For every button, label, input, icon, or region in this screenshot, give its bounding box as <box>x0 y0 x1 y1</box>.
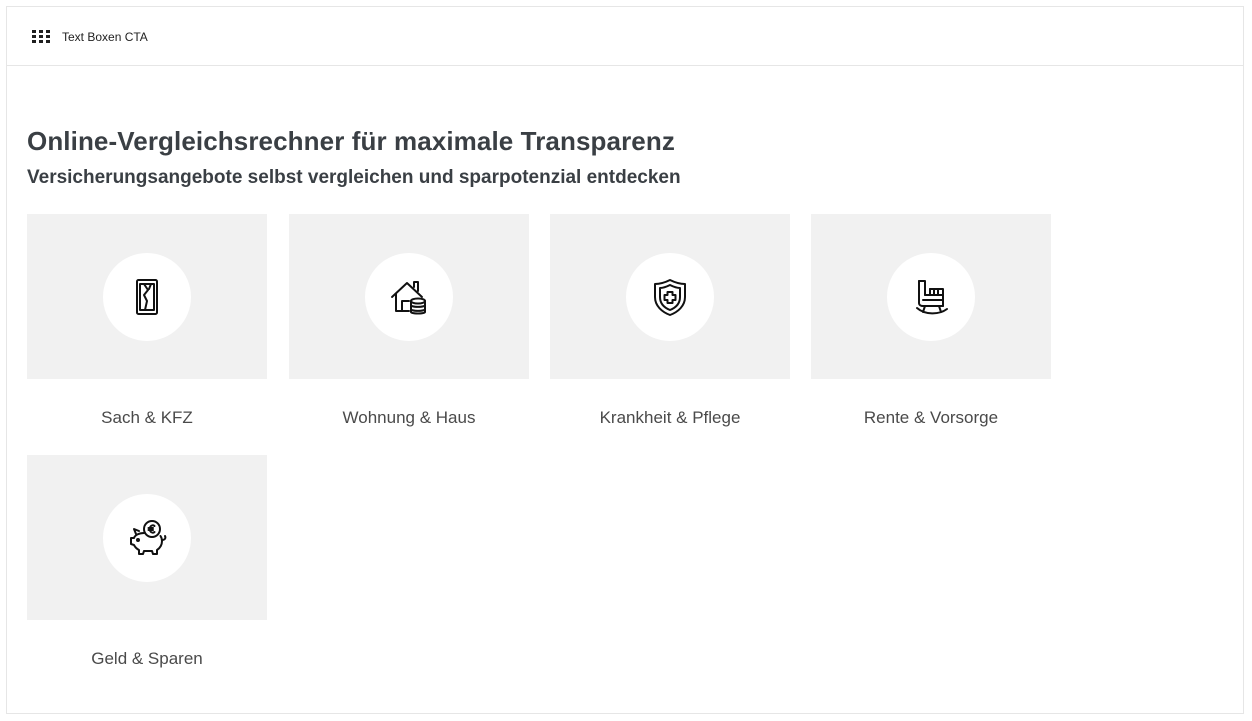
card-image-box[interactable] <box>27 214 267 379</box>
icon-circle <box>626 252 714 341</box>
icon-circle <box>103 493 191 582</box>
card-image-box[interactable] <box>811 214 1051 379</box>
card-krankheit-pflege[interactable]: Krankheit & Pflege <box>550 214 790 428</box>
icon-circle <box>365 252 453 341</box>
card-wohnung-haus[interactable]: Wohnung & Haus <box>289 214 529 428</box>
grid-icon <box>32 30 50 44</box>
broken-phone-icon <box>136 278 158 315</box>
page-subtitle: Versicherungsangebote selbst vergleichen… <box>27 167 681 188</box>
card-label: Rente & Vorsorge <box>863 408 999 427</box>
card-geld-sparen[interactable]: Geld & Sparen <box>27 455 267 669</box>
card-image-box[interactable] <box>27 455 267 620</box>
icon-circle <box>887 252 975 341</box>
widget-title: Text Boxen CTA <box>62 30 148 44</box>
piggy-bank-euro-icon <box>130 519 167 555</box>
card-label: Sach & KFZ <box>101 408 193 427</box>
icon-circle <box>103 252 191 341</box>
house-coins-icon <box>391 280 426 314</box>
rocking-chair-icon <box>916 279 948 314</box>
card-rente-vorsorge[interactable]: Rente & Vorsorge <box>811 214 1051 428</box>
card-label: Krankheit & Pflege <box>599 408 741 427</box>
widget-frame: Text Boxen CTA Online-Vergleichsrechner … <box>6 6 1244 714</box>
widget-header: Text Boxen CTA <box>7 7 1243 66</box>
card-sach-kfz[interactable]: Sach & KFZ <box>27 214 267 428</box>
page-title: Online-Vergleichsrechner für maximale Tr… <box>27 126 675 156</box>
card-image-box[interactable] <box>550 214 790 379</box>
card-label: Wohnung & Haus <box>342 408 476 427</box>
card-image-box[interactable] <box>289 214 529 379</box>
card-label: Geld & Sparen <box>91 649 203 668</box>
shield-cross-icon <box>654 278 686 316</box>
